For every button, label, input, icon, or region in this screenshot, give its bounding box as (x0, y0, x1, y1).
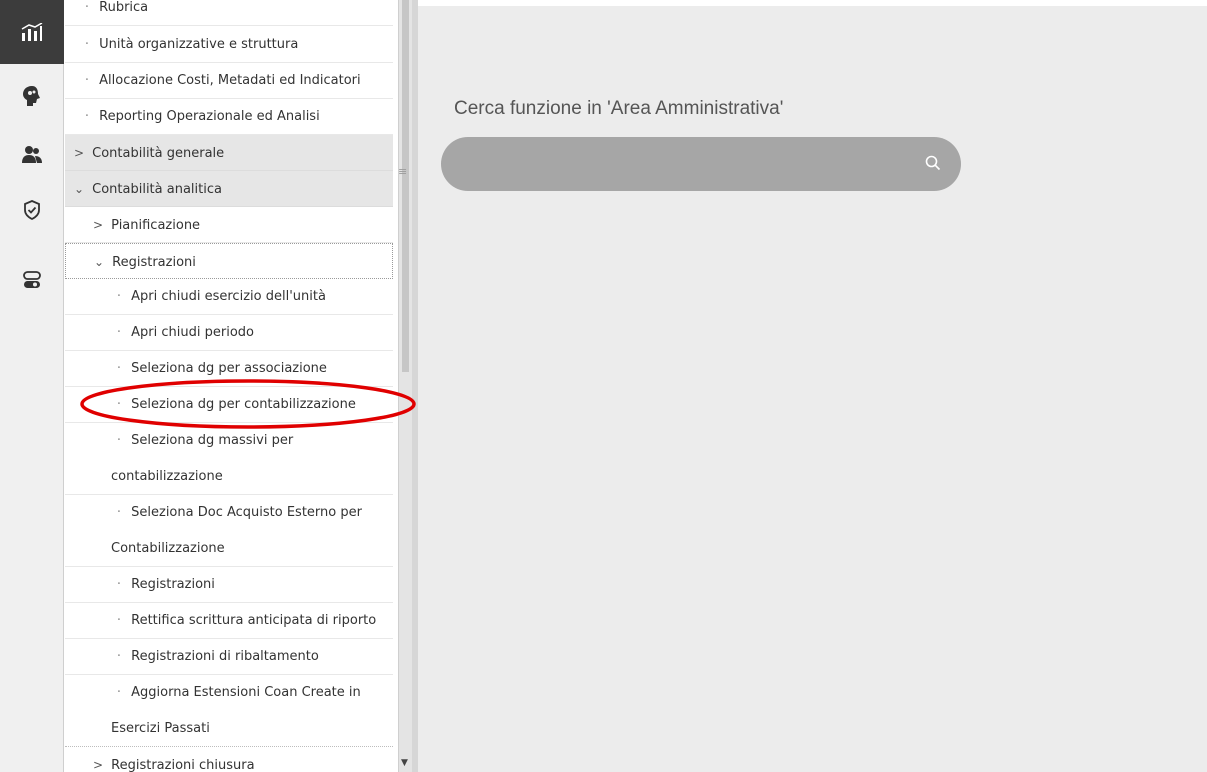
menu-item-label: Allocazione Costi, Metadati ed Indicator… (99, 73, 361, 88)
users-icon (22, 146, 42, 163)
chevron-right-icon: > (93, 758, 104, 772)
menu-group-registrazioni[interactable]: ⌄ Registrazioni (65, 243, 393, 279)
rail-item-brain[interactable] (0, 64, 64, 128)
splitter-handle-icon[interactable]: ≡ (398, 165, 407, 178)
icon-rail (0, 0, 64, 772)
chevron-right-icon: > (93, 218, 104, 232)
menu-item-label: Reporting Operazionale ed Analisi (99, 109, 320, 124)
menu-item-label: Registrazioni di ribaltamento (131, 649, 319, 664)
menu-item-label: Aggiorna Estensioni Coan Create in (131, 685, 361, 700)
search-icon[interactable] (925, 155, 941, 171)
menu-group-contabilita-generale[interactable]: > Contabilità generale (65, 135, 393, 171)
bullet: · (116, 685, 122, 700)
menu-item-unita-organizzative[interactable]: · Unità organizzative e struttura (65, 27, 393, 63)
menu-item-label: Apri chiudi periodo (131, 325, 254, 340)
bullet: · (116, 325, 122, 340)
search-box[interactable] (441, 137, 961, 191)
menu-item-aggiorna-estensioni[interactable]: · Aggiorna Estensioni Coan Create in (65, 675, 393, 711)
menu-scrollbar[interactable]: ▼ (398, 0, 412, 772)
menu-item-seleziona-doc-acquisto[interactable]: · Seleziona Doc Acquisto Esterno per (65, 495, 393, 531)
rail-item-toggle[interactable] (0, 248, 64, 312)
menu-item-rubrica[interactable]: · Rubrica (65, 0, 393, 26)
search-input[interactable] (461, 137, 901, 191)
navigation-tree: · Rubrica · Unità organizzative e strutt… (65, 0, 398, 772)
menu-group-registrazioni-chiusura[interactable]: > Registrazioni chiusura (65, 747, 393, 772)
toggle-icon (23, 271, 41, 288)
menu-item-label: Registrazioni (112, 255, 196, 270)
menu-item-label: Seleziona dg massivi per (131, 433, 294, 448)
menu-item-label: Registrazioni (131, 577, 215, 592)
bullet: · (116, 361, 122, 376)
menu-item-seleziona-dg-associazione[interactable]: · Seleziona dg per associazione (65, 351, 393, 387)
menu-item-apri-chiudi-periodo[interactable]: · Apri chiudi periodo (65, 315, 393, 351)
bullet: · (116, 433, 122, 448)
brain-icon (23, 86, 40, 106)
menu-item-label: Seleziona Doc Acquisto Esterno per (131, 505, 362, 520)
menu-item-seleziona-dg-contabilizzazione[interactable]: · Seleziona dg per contabilizzazione (65, 387, 393, 423)
bullet: · (116, 505, 122, 520)
chart-icon (21, 23, 43, 41)
menu-item-label-continuation: contabilizzazione (111, 469, 223, 484)
menu-item-rettifica-scrittura[interactable]: · Rettifica scrittura anticipata di ripo… (65, 603, 393, 639)
menu-item-label: Rettifica scrittura anticipata di riport… (131, 613, 377, 628)
shield-check-icon (24, 200, 40, 220)
rail-item-users[interactable] (0, 122, 64, 186)
menu-item-reporting[interactable]: · Reporting Operazionale ed Analisi (65, 99, 393, 135)
menu-item-label: Contabilità generale (92, 146, 225, 161)
menu-item-seleziona-dg-massivi[interactable]: · Seleziona dg massivi per (65, 423, 393, 459)
scroll-down-arrow-icon[interactable]: ▼ (401, 758, 408, 768)
bullet: · (116, 397, 122, 412)
menu-item-label: Apri chiudi esercizio dell'unità (131, 289, 326, 304)
menu-item-label: Contabilità analitica (92, 182, 222, 197)
menu-item-label-continuation: Contabilizzazione (111, 541, 225, 556)
bullet: · (116, 649, 122, 664)
menu-item-label: Registrazioni chiusura (111, 758, 255, 772)
menu-group-pianificazione[interactable]: > Pianificazione (65, 207, 393, 243)
menu-item-registrazioni[interactable]: · Registrazioni (65, 567, 393, 603)
rail-item-chart[interactable] (0, 0, 64, 64)
chevron-right-icon: > (74, 146, 85, 160)
menu-item-seleziona-dg-massivi-cont[interactable]: contabilizzazione (65, 459, 393, 495)
search-label: Cerca funzione in 'Area Amministrativa' (454, 98, 784, 119)
bullet: · (116, 577, 122, 592)
scrollbar-thumb[interactable] (402, 0, 409, 372)
menu-item-label: Seleziona dg per contabilizzazione (131, 397, 356, 412)
bullet: · (84, 37, 90, 52)
bullet: · (84, 0, 90, 15)
bullet: · (116, 613, 122, 628)
main-panel: Cerca funzione in 'Area Amministrativa' (418, 6, 1207, 772)
menu-item-label: Rubrica (99, 0, 149, 15)
menu-item-label: Unità organizzative e struttura (99, 37, 299, 52)
menu-item-label: Seleziona dg per associazione (131, 361, 327, 376)
rail-item-shield[interactable] (0, 178, 64, 242)
bullet: · (84, 73, 90, 88)
bullet: · (84, 109, 90, 124)
menu-item-label-continuation: Esercizi Passati (111, 721, 210, 736)
bullet: · (116, 289, 122, 304)
menu-item-apri-chiudi-esercizio[interactable]: · Apri chiudi esercizio dell'unità (65, 279, 393, 315)
menu-item-seleziona-doc-acquisto-cont[interactable]: Contabilizzazione (65, 531, 393, 567)
menu-item-label: Pianificazione (111, 218, 201, 233)
menu-group-contabilita-analitica[interactable]: ⌄ Contabilità analitica (65, 171, 393, 207)
chevron-down-icon: ⌄ (74, 182, 85, 196)
menu-item-aggiorna-estensioni-cont[interactable]: Esercizi Passati (65, 711, 393, 747)
menu-item-registrazioni-ribaltamento[interactable]: · Registrazioni di ribaltamento (65, 639, 393, 675)
menu-item-allocazione-costi[interactable]: · Allocazione Costi, Metadati ed Indicat… (65, 63, 393, 99)
chevron-down-icon: ⌄ (94, 255, 105, 269)
